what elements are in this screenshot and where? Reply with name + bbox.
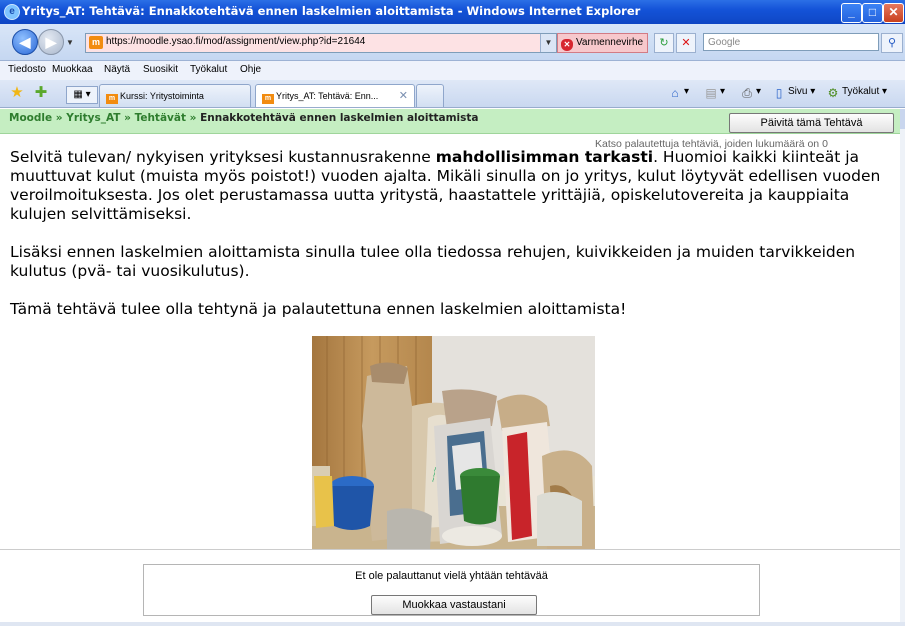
text-run: Selvitä tulevan/ nykyisen yrityksesi kus… [10,148,436,166]
menu-favorites[interactable]: Suosikit [143,64,178,75]
page-menu-label: Sivu [788,86,808,97]
tab-bar: ★ ✚ ▦ ▾ m Kurssi: Yritystoiminta m Yritys_… [0,80,905,108]
menu-bar: Tiedosto Muokkaa Näytä Suosikit Työkalut… [0,61,905,81]
window-title-bar: e Yritys_AT: Tehtävä: Ennakkotehtävä enn… [0,0,905,24]
paragraph-consumption: Lisäksi ennen laskelmien aloittamista si… [10,243,856,280]
edit-answer-button[interactable]: Muokkaa vastaustani [371,595,537,615]
url-text: https://moodle.ysao.fi/mod/assignment/vi… [106,36,366,47]
gear-icon: ⚙ [827,86,839,100]
vertical-scrollbar[interactable] [900,109,905,626]
breadcrumb-current: Ennakkotehtävä ennen laskelmien aloittam… [200,112,479,124]
breadcrumb-separator: » [124,112,131,124]
assignment-description: Selvitä tulevan/ nykyisen yrityksesi kus… [10,148,898,338]
paragraph-deadline: Tämä tehtävä tulee olla tehtynä ja palau… [10,300,627,318]
refresh-icon[interactable]: ↻ [654,33,674,53]
breadcrumb: Moodle » Yritys_AT » Tehtävät » Ennakkot… [9,112,479,124]
moodle-favicon-icon: m [106,94,118,104]
menu-view[interactable]: Näytä [104,64,130,75]
feed-sacks-photo: ~~~ [312,336,595,549]
search-icon[interactable]: ⚲ [881,33,903,53]
feeds-icon: ▤ [705,86,717,100]
close-window-button[interactable]: ✕ [883,3,904,23]
tools-menu-button[interactable]: ⚙ Työkalut ▾ [826,86,887,100]
favorites-star-icon[interactable]: ★ [9,85,25,101]
tab-yritys-at[interactable]: m Yritys_AT: Tehtävä: Enn... ✕ [255,84,415,107]
tools-menu-label: Työkalut [842,86,880,97]
tab-kurssi[interactable]: m Kurssi: Yritystoiminta [99,84,251,107]
submission-status-box: Et ole palauttanut vielä yhtään tehtävää… [143,564,760,616]
certificate-error-button[interactable]: ✕ Varmennevirhe [557,33,648,53]
address-field[interactable]: m https://moodle.ysao.fi/mod/assignment/… [85,33,557,53]
address-dropdown-icon[interactable]: ▼ [540,34,556,52]
menu-edit[interactable]: Muokkaa [52,64,93,75]
history-dropdown-icon[interactable]: ▼ [66,38,74,47]
emphasis-text: mahdollisimman tarkasti [435,148,654,166]
page-menu-button[interactable]: ▯ Sivu ▾ [772,86,816,100]
certificate-error-label: Varmennevirhe [576,37,644,48]
shield-warning-icon: ✕ [561,39,573,51]
page-icon: ▯ [775,86,783,100]
close-tab-icon[interactable]: ✕ [399,85,408,107]
feeds-button[interactable]: ▤ ▾ [704,86,725,100]
home-button[interactable]: ⌂ ▾ [668,86,689,100]
submission-panel: Et ole palauttanut vielä yhtään tehtävää… [0,549,900,627]
breadcrumb-course[interactable]: Yritys_AT [66,112,120,124]
paragraph-cost-structure: Selvitä tulevan/ nykyisen yrityksesi kus… [10,148,898,224]
add-favorite-icon[interactable]: ✚ [33,85,49,101]
minimize-button[interactable]: _ [841,3,862,23]
quick-tabs-icon[interactable]: ▦ ▾ [66,86,98,104]
window-title: Yritys_AT: Tehtävä: Ennakkotehtävä ennen… [22,4,641,18]
tab-label: Yritys_AT: Tehtävä: Enn... [276,91,379,101]
update-assignment-button[interactable]: Päivitä tämä Tehtävä [729,113,894,133]
menu-file[interactable]: Tiedosto [8,64,46,75]
tab-label: Kurssi: Yritystoiminta [120,91,204,101]
print-button[interactable]: ⎙ ▾ [740,86,761,100]
new-tab-button[interactable] [416,84,444,107]
address-toolbar: ◀ ▶ ▼ m https://moodle.ysao.fi/mod/assig… [0,24,905,61]
forward-button[interactable]: ▶ [38,29,64,55]
breadcrumb-bar: Moodle » Yritys_AT » Tehtävät » Ennakkot… [0,109,900,134]
search-input[interactable]: Google [703,33,879,51]
home-icon: ⌂ [671,86,679,100]
scrollbar-thumb[interactable] [900,109,905,129]
breadcrumb-separator: » [189,112,197,124]
printer-icon: ⎙ [742,86,752,100]
feed-sacks-illustration: ~~~ [312,336,595,549]
status-bar [0,622,905,626]
moodle-favicon-icon: m [89,36,103,49]
moodle-favicon-icon: m [262,94,274,104]
stop-icon[interactable]: ✕ [676,33,696,53]
submission-status-text: Et ole palauttanut vielä yhtään tehtävää [355,570,548,582]
breadcrumb-moodle[interactable]: Moodle [9,112,52,124]
menu-tools[interactable]: Työkalut [190,64,227,75]
breadcrumb-assignments[interactable]: Tehtävät [135,112,186,124]
back-button[interactable]: ◀ [12,29,38,55]
internet-explorer-icon: e [4,4,20,20]
breadcrumb-separator: » [55,112,63,124]
menu-help[interactable]: Ohje [240,64,261,75]
maximize-button[interactable]: □ [862,3,883,23]
